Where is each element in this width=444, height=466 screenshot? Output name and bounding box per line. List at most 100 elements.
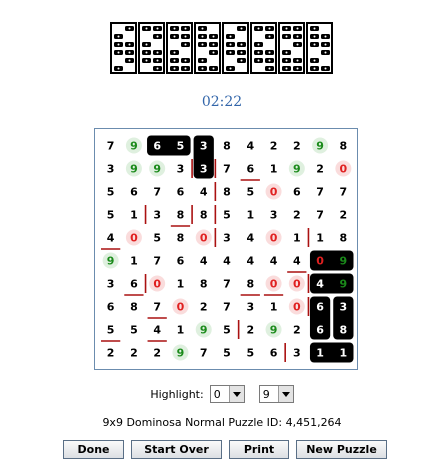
grid-cell[interactable]: 4 xyxy=(153,324,161,337)
grid-cell[interactable]: 7 xyxy=(223,301,231,314)
grid-cell[interactable]: 0 xyxy=(177,301,185,314)
grid-cell[interactable]: 8 xyxy=(200,209,208,222)
grid-cell[interactable]: 1 xyxy=(246,209,254,222)
grid-cell[interactable]: 0 xyxy=(340,163,348,176)
grid-cell[interactable]: 4 xyxy=(246,232,254,245)
grid-cell[interactable]: 3 xyxy=(153,209,161,222)
grid-cell[interactable]: 0 xyxy=(293,278,301,291)
grid-cell[interactable]: 5 xyxy=(153,232,161,245)
grid-cell[interactable]: 6 xyxy=(153,140,161,153)
grid-cell[interactable]: 7 xyxy=(200,347,208,360)
grid-cell[interactable]: 1 xyxy=(293,232,301,245)
grid-cell[interactable]: 4 xyxy=(223,255,231,268)
grid-cell[interactable]: 1 xyxy=(177,278,185,291)
grid-cell[interactable]: 1 xyxy=(340,347,348,360)
grid-cell[interactable]: 7 xyxy=(316,186,324,199)
grid-cell[interactable]: 9 xyxy=(293,163,301,176)
grid-cell[interactable]: 3 xyxy=(340,301,348,314)
grid-cell[interactable]: 5 xyxy=(107,324,115,337)
grid-cell[interactable]: 0 xyxy=(270,278,278,291)
grid-cell[interactable]: 9 xyxy=(177,347,185,360)
grid-cell[interactable]: 7 xyxy=(153,301,161,314)
grid-cell[interactable]: 0 xyxy=(316,255,324,268)
grid-cell[interactable]: 8 xyxy=(200,278,208,291)
grid-cell[interactable]: 3 xyxy=(200,163,208,176)
grid-cell[interactable]: 7 xyxy=(223,278,231,291)
grid-cell[interactable]: 7 xyxy=(153,186,161,199)
grid-cell[interactable]: 2 xyxy=(153,347,161,360)
grid-cell[interactable]: 8 xyxy=(223,186,231,199)
grid-cell[interactable]: 5 xyxy=(223,347,231,360)
grid-cell[interactable]: 3 xyxy=(200,140,208,153)
grid-cell[interactable]: 8 xyxy=(340,232,348,245)
grid-cell[interactable]: 1 xyxy=(270,163,278,176)
grid-cell[interactable]: 1 xyxy=(316,232,324,245)
grid-cell[interactable]: 6 xyxy=(107,301,115,314)
grid-cell[interactable]: 1 xyxy=(177,324,185,337)
grid-cell[interactable]: 7 xyxy=(223,163,231,176)
grid-cell[interactable]: 5 xyxy=(107,209,115,222)
grid-cell[interactable]: 6 xyxy=(130,186,138,199)
grid-cell[interactable]: 5 xyxy=(130,324,138,337)
grid-cell[interactable]: 9 xyxy=(270,324,278,337)
grid-cell[interactable]: 2 xyxy=(130,347,138,360)
grid-cell[interactable]: 3 xyxy=(270,209,278,222)
grid-cell[interactable]: 1 xyxy=(270,301,278,314)
grid-cell[interactable]: 6 xyxy=(270,347,278,360)
grid-cell[interactable]: 1 xyxy=(130,209,138,222)
grid-cell[interactable]: 2 xyxy=(293,324,301,337)
grid-cell[interactable]: 3 xyxy=(293,347,301,360)
grid-cell[interactable]: 4 xyxy=(246,255,254,268)
grid-cell[interactable]: 9 xyxy=(340,278,348,291)
grid-cell[interactable]: 8 xyxy=(177,232,185,245)
grid-cell[interactable]: 2 xyxy=(200,301,208,314)
grid-cell[interactable]: 9 xyxy=(200,324,208,337)
grid-cell[interactable]: 6 xyxy=(316,301,324,314)
grid-cell[interactable]: 5 xyxy=(246,186,254,199)
new-puzzle-button[interactable]: New Puzzle xyxy=(296,440,387,459)
grid-cell[interactable]: 1 xyxy=(130,255,138,268)
grid-cell[interactable]: 2 xyxy=(246,324,254,337)
grid-cell[interactable]: 2 xyxy=(270,140,278,153)
grid-cell[interactable]: 6 xyxy=(177,255,185,268)
grid-cell[interactable]: 4 xyxy=(107,232,115,245)
grid-cell[interactable]: 8 xyxy=(177,209,185,222)
grid-cell[interactable]: 6 xyxy=(177,186,185,199)
done-button[interactable]: Done xyxy=(63,440,124,459)
grid-cell[interactable]: 0 xyxy=(200,232,208,245)
grid-cell[interactable]: 4 xyxy=(246,140,254,153)
grid-cell[interactable]: 8 xyxy=(130,301,138,314)
grid-cell[interactable]: 2 xyxy=(293,140,301,153)
grid-cell[interactable]: 4 xyxy=(316,278,324,291)
grid-cell[interactable]: 4 xyxy=(200,186,208,199)
grid-cell[interactable]: 3 xyxy=(107,278,115,291)
highlight-select-second[interactable]: 9 xyxy=(258,385,294,403)
grid-cell[interactable]: 8 xyxy=(223,140,231,153)
grid-cell[interactable]: 8 xyxy=(340,324,348,337)
print-button[interactable]: Print xyxy=(229,440,289,459)
grid-cell[interactable]: 4 xyxy=(270,255,278,268)
grid-cell[interactable]: 6 xyxy=(130,278,138,291)
grid-cell[interactable]: 0 xyxy=(153,278,161,291)
grid-cell[interactable]: 2 xyxy=(293,209,301,222)
grid-cell[interactable]: 9 xyxy=(130,163,138,176)
grid-cell[interactable]: 9 xyxy=(153,163,161,176)
grid-cell[interactable]: 7 xyxy=(340,186,348,199)
start-over-button[interactable]: Start Over xyxy=(131,440,222,459)
grid-cell[interactable]: 7 xyxy=(153,255,161,268)
grid-cell[interactable]: 6 xyxy=(293,186,301,199)
grid-cell[interactable]: 0 xyxy=(270,232,278,245)
grid-cell[interactable]: 7 xyxy=(316,209,324,222)
grid-cell[interactable]: 0 xyxy=(270,186,278,199)
highlight-select-first[interactable]: 0 xyxy=(209,385,245,403)
grid-cell[interactable]: 8 xyxy=(340,140,348,153)
grid-cell[interactable]: 3 xyxy=(107,163,115,176)
grid-cell[interactable]: 3 xyxy=(246,301,254,314)
grid-cell[interactable]: 2 xyxy=(316,163,324,176)
grid-cell[interactable]: 4 xyxy=(293,255,301,268)
grid-cell[interactable]: 0 xyxy=(130,232,138,245)
grid-cell[interactable]: 4 xyxy=(200,255,208,268)
grid-cell[interactable]: 5 xyxy=(246,347,254,360)
grid-cell[interactable]: 7 xyxy=(107,140,115,153)
grid-cell[interactable]: 0 xyxy=(293,301,301,314)
